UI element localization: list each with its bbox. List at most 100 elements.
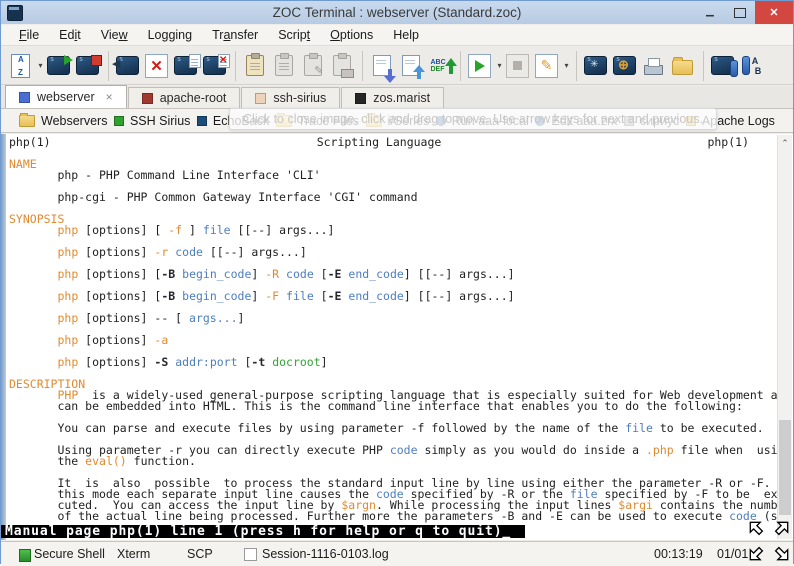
- tab-webserver[interactable]: webserver ×: [5, 85, 127, 108]
- connect-session-icon[interactable]: [45, 51, 72, 81]
- menu-logging[interactable]: Logging: [138, 28, 203, 42]
- window-title: ZOC Terminal : webserver (Standard.zoc): [1, 1, 793, 24]
- run-script-icon[interactable]: [466, 51, 493, 81]
- sort-az-dropdown-icon[interactable]: [36, 51, 45, 81]
- disconnect-session-icon[interactable]: [74, 51, 101, 81]
- tab-icon: [255, 93, 266, 104]
- quick-button-label: Webservers: [41, 114, 107, 128]
- tab-zos.marist[interactable]: zos.marist: [341, 87, 444, 108]
- manpage-header-right: php(1): [707, 137, 749, 148]
- charset-tool-icon[interactable]: [709, 51, 736, 81]
- terminal-line: [9, 148, 791, 159]
- terminal-line: can be embedded into HTML. This is the c…: [9, 401, 791, 412]
- capture-off-icon[interactable]: [201, 51, 228, 81]
- scrollbar-thumb[interactable]: [779, 420, 791, 515]
- host-directory-icon[interactable]: [611, 51, 638, 81]
- square-icon: [114, 116, 124, 126]
- menu-transfer[interactable]: Transfer: [202, 28, 268, 42]
- fullscreen-icon[interactable]: [582, 51, 609, 81]
- paste-clipboard-icon[interactable]: [241, 51, 268, 81]
- toolbar: [1, 47, 793, 85]
- menu-script[interactable]: Script: [268, 28, 320, 42]
- edit-script-icon[interactable]: [533, 51, 560, 81]
- quick-button-Webservers[interactable]: Webservers: [19, 114, 107, 128]
- minimize-button[interactable]: [695, 1, 725, 24]
- terminal-left-margin: [1, 134, 6, 540]
- sort-az-icon[interactable]: [7, 51, 34, 81]
- edit-script-dropdown-icon[interactable]: [562, 51, 571, 81]
- terminal-line: php [options] [-B begin_code] -R code [-…: [9, 269, 791, 280]
- copy-clipboard-icon[interactable]: [270, 51, 297, 81]
- tab-ssh-sirius[interactable]: ssh-sirius: [241, 87, 340, 108]
- menu-options[interactable]: Options: [320, 28, 383, 42]
- quick-button-label: SSH Sirius: [130, 114, 190, 128]
- menu-file[interactable]: File: [9, 28, 49, 42]
- menu-edit[interactable]: Edit: [49, 28, 91, 42]
- tab-label: webserver: [37, 90, 95, 104]
- send-file-icon[interactable]: [397, 51, 424, 81]
- terminal-line: php [options] -S addr:port [-t docroot]: [9, 357, 791, 368]
- terminal-line: php [options] [-B begin_code] -F file [-…: [9, 291, 791, 302]
- title-bar: ZOC Terminal : webserver (Standard.zoc): [1, 1, 793, 24]
- manpage-header-center: Scripting Language: [317, 137, 442, 148]
- zoc-terminal-window: ZOC Terminal : webserver (Standard.zoc) …: [0, 0, 794, 564]
- terminal-line: You can parse and execute files by using…: [9, 423, 791, 434]
- scrollbar-up-icon[interactable]: [778, 137, 792, 149]
- clear-screen-icon[interactable]: [143, 51, 170, 81]
- tab-label: apache-root: [160, 91, 227, 105]
- status-time: 00:13:19: [654, 542, 703, 566]
- terminal-line: php [options] -a: [9, 335, 791, 346]
- tab-apache-root[interactable]: apache-root: [128, 87, 241, 108]
- close-button[interactable]: [755, 1, 793, 24]
- tab-icon: [355, 93, 366, 104]
- image-viewer-tooltip: Click to close image, click and drag to …: [229, 108, 717, 130]
- terminal-line: of the actual line being processed. Furt…: [9, 511, 791, 522]
- terminal-scrollbar[interactable]: [777, 135, 792, 539]
- capture-to-file-icon[interactable]: [172, 51, 199, 81]
- status-log-file[interactable]: Session-1116-0103.log: [262, 542, 389, 566]
- status-date: 01/01: [717, 542, 748, 566]
- status-bar: Secure Shell Xterm SCP Session-1116-0103…: [1, 541, 793, 566]
- menu-bar: File Edit View Logging Transfer Script O…: [1, 25, 793, 46]
- menu-view[interactable]: View: [91, 28, 138, 42]
- send-text-icon[interactable]: [426, 51, 453, 81]
- manpage-body: NAME php - PHP Command Line Interface 'C…: [9, 148, 791, 522]
- stop-script-icon[interactable]: [504, 51, 531, 81]
- log-checkbox[interactable]: [244, 548, 257, 561]
- terminal-line: [9, 368, 791, 379]
- terminal-line: php - PHP Command Line Interface 'CLI': [9, 170, 791, 181]
- terminal-content: php(1) Scripting Language php(1) NAME ph…: [9, 137, 791, 522]
- manpage-header-line: php(1) Scripting Language php(1): [9, 137, 749, 148]
- tab-icon: [19, 92, 30, 103]
- terminal-area[interactable]: php(1) Scripting Language php(1) NAME ph…: [1, 134, 793, 540]
- receive-file-icon[interactable]: [368, 51, 395, 81]
- run-script-dropdown-icon[interactable]: [495, 51, 504, 81]
- session-mute-icon[interactable]: [114, 51, 141, 81]
- status-protocol[interactable]: SCP: [187, 542, 213, 566]
- quick-button-SSH Sirius[interactable]: SSH Sirius: [114, 114, 190, 128]
- status-emulation[interactable]: Xterm: [117, 542, 150, 566]
- open-folder-icon[interactable]: [669, 51, 696, 81]
- terminal-line: php [options] [ -f ] file [[--] args...]: [9, 225, 791, 236]
- tab-label: zos.marist: [373, 91, 430, 105]
- tab-close-icon[interactable]: ×: [106, 90, 113, 104]
- edit-clipboard-icon[interactable]: [299, 51, 326, 81]
- print-screen-icon[interactable]: [640, 51, 667, 81]
- charset-ab-icon[interactable]: [738, 51, 765, 81]
- maximize-button[interactable]: [725, 1, 755, 24]
- move-cursor-icon: [747, 521, 791, 561]
- menu-help[interactable]: Help: [383, 28, 429, 42]
- terminal-line: php-cgi - PHP Common Gateway Interface '…: [9, 192, 791, 203]
- terminal-line: the eval() function.: [9, 456, 791, 467]
- tab-label: ssh-sirius: [273, 91, 326, 105]
- status-connection[interactable]: Secure Shell: [34, 542, 105, 566]
- tab-icon: [142, 93, 153, 104]
- pager-status-line: Manual page php(1) line 1 (press h for h…: [1, 525, 525, 538]
- terminal-line: [9, 203, 791, 214]
- folder-icon: [19, 115, 35, 127]
- terminal-line: php [options] -- [ args...]: [9, 313, 791, 324]
- square-icon: [197, 116, 207, 126]
- terminal-line: php [options] -r code [[--] args...]: [9, 247, 791, 258]
- tab-bar: webserver × apache-root ssh-sirius zos.maris…: [1, 86, 793, 109]
- print-clipboard-icon[interactable]: [328, 51, 355, 81]
